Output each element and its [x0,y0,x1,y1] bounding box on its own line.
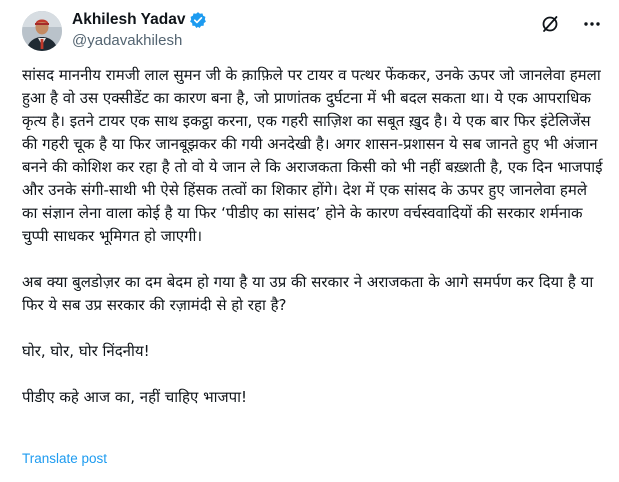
more-options-icon[interactable] [582,14,602,34]
display-name[interactable]: Akhilesh Yadav [72,11,185,29]
header-actions [540,14,602,34]
grok-icon[interactable] [540,14,560,34]
verified-badge-icon[interactable] [189,11,207,29]
avatar[interactable] [22,11,62,51]
profile-photo-icon [22,11,62,51]
author-handle[interactable]: @yadavakhilesh [72,32,207,49]
tweet-paragraph: सांसद माननीय रामजी लाल सुमन जी के क़ाफ़ि… [22,66,603,245]
tweet-text: सांसद माननीय रामजी लाल सुमन जी के क़ाफ़ि… [22,64,604,409]
tweet-paragraph: पीडीए कहे आज का, नहीं चाहिए भाजपा! [22,388,248,406]
author-names: Akhilesh Yadav @yadavakhilesh [72,10,207,49]
tweet-card: Akhilesh Yadav @yadavakhilesh सांसद मानन… [0,0,619,482]
tweet-paragraph: अब क्या बुलडोज़र का दम बेदम हो गया है या… [22,273,594,314]
translate-post-link[interactable]: Translate post [22,451,107,466]
tweet-header: Akhilesh Yadav @yadavakhilesh [22,8,602,56]
display-name-row: Akhilesh Yadav [72,10,207,30]
tweet-paragraph: घोर, घोर, घोर निंदनीय! [22,342,150,360]
